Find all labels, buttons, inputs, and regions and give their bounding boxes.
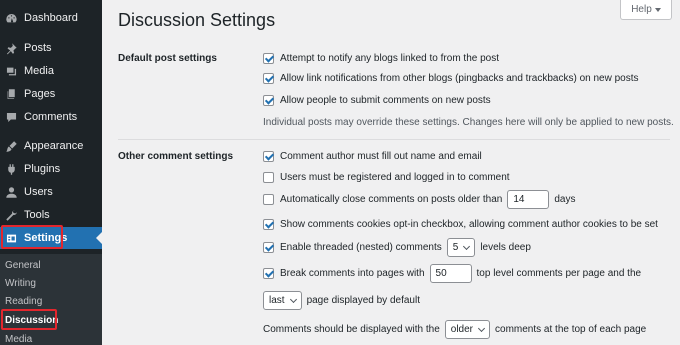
default-post-description: Individual posts may override these sett… [263,117,674,128]
option-label: Automatically close comments on posts ol… [280,194,503,205]
select-value: 5 [452,242,459,253]
notify-blogs-option[interactable]: Attempt to notify any blogs linked to fr… [263,53,499,64]
pingbacks-checkbox[interactable] [263,73,274,84]
comment-order-row: Comments should be displayed with the ol… [263,320,646,339]
option-label: top level comments per page and the [476,268,642,279]
page-title: Discussion Settings [118,10,276,30]
default-page-row: last page displayed by default [258,291,420,310]
caret-down-icon [654,7,661,12]
wrench-icon [4,208,18,222]
default-post-settings-label: Default post settings [118,53,217,64]
menu-label: Comments [24,111,78,123]
main-content: Discussion Settings Help Default post se… [102,0,680,345]
pin-icon [4,41,18,55]
option-label: Allow people to submit comments on new p… [280,95,491,106]
registered-users-checkbox[interactable] [263,172,274,183]
paged-comments-option[interactable]: Break comments into pages with 50 top le… [263,264,641,283]
select-value: older [450,324,474,335]
chevron-down-icon [477,324,486,332]
submenu-item-general[interactable]: General [5,257,41,273]
plugin-icon [4,162,18,176]
menu-item-plugins[interactable]: Plugins [0,158,102,180]
option-label: comments at the top of each page [495,324,647,335]
paged-comments-checkbox[interactable] [263,268,274,279]
menu-item-comments[interactable]: Comments [0,106,102,128]
menu-label: Dashboard [24,12,78,24]
option-label: Enable threaded (nested) comments [280,242,442,253]
cookies-optin-checkbox[interactable] [263,219,274,230]
option-label: levels deep [480,242,531,253]
option-label: Break comments into pages with [280,268,425,279]
menu-label: Appearance [24,140,84,152]
auto-close-option[interactable]: Automatically close comments on posts ol… [263,190,575,209]
section-divider [118,139,670,140]
brush-icon [4,139,18,153]
cookies-optin-option[interactable]: Show comments cookies opt-in checkbox, a… [263,219,658,230]
help-label: Help [631,4,652,15]
menu-item-appearance[interactable]: Appearance [0,135,102,157]
settings-icon [4,231,18,245]
option-label: page displayed by default [306,295,420,306]
default-page-select[interactable]: last [263,291,302,310]
dashboard-icon [4,11,18,25]
menu-item-tools[interactable]: Tools [0,204,102,226]
option-label: Users must be registered and logged in t… [280,172,510,183]
menu-item-posts[interactable]: Posts [0,37,102,59]
submenu-item-discussion[interactable]: Discussion [5,312,58,328]
option-label: Attempt to notify any blogs linked to fr… [280,53,500,64]
registered-users-option[interactable]: Users must be registered and logged in t… [263,172,510,183]
menu-label: Plugins [24,163,61,175]
menu-label: Media [24,65,54,77]
auto-close-checkbox[interactable] [263,194,274,205]
chevron-down-icon [463,242,471,250]
comment-order-select[interactable]: older [444,320,491,339]
menu-label: Settings [24,232,68,244]
allow-comments-option[interactable]: Allow people to submit comments on new p… [263,95,491,106]
threaded-comments-checkbox[interactable] [263,242,274,253]
menu-item-users[interactable]: Users [0,181,102,203]
pingbacks-option[interactable]: Allow link notifications from other blog… [263,73,639,84]
author-info-option[interactable]: Comment author must fill out name and em… [263,151,482,162]
author-info-checkbox[interactable] [263,151,274,162]
option-label: Show comments cookies opt-in checkbox, a… [280,219,658,230]
option-label: Allow link notifications from other blog… [280,73,639,84]
menu-label: Users [24,186,53,198]
thread-depth-select[interactable]: 5 [446,238,476,257]
option-label: Comments should be displayed with the [263,324,440,335]
media-icon [4,64,18,78]
help-tab-button[interactable]: Help [620,0,672,20]
submenu-item-media[interactable]: Media [5,331,32,345]
submenu-item-writing[interactable]: Writing [5,275,36,291]
menu-item-dashboard[interactable]: Dashboard [0,7,102,29]
pages-icon [4,87,18,101]
menu-label: Posts [24,42,52,54]
option-label: days [554,194,576,205]
threaded-comments-option[interactable]: Enable threaded (nested) comments 5 leve… [263,238,531,257]
close-days-input[interactable]: 14 [507,190,550,209]
chevron-down-icon [289,295,297,303]
menu-item-pages[interactable]: Pages [0,83,102,105]
menu-label: Tools [24,209,50,221]
menu-item-media[interactable]: Media [0,60,102,82]
users-icon [4,185,18,199]
comments-icon [4,110,18,124]
select-value: last [269,295,285,306]
option-label: Comment author must fill out name and em… [280,151,482,162]
menu-label: Pages [24,88,56,100]
allow-comments-checkbox[interactable] [263,95,274,106]
submenu-item-reading[interactable]: Reading [5,293,42,309]
notify-blogs-checkbox[interactable] [263,53,274,64]
comments-per-page-input[interactable]: 50 [429,264,472,283]
admin-sidebar: Dashboard Posts Media Pages Comments App… [0,0,102,345]
menu-item-settings[interactable]: Settings [0,227,102,249]
other-comment-settings-label: Other comment settings [118,151,234,162]
settings-submenu: General Writing Reading Discussion Media [0,254,102,345]
